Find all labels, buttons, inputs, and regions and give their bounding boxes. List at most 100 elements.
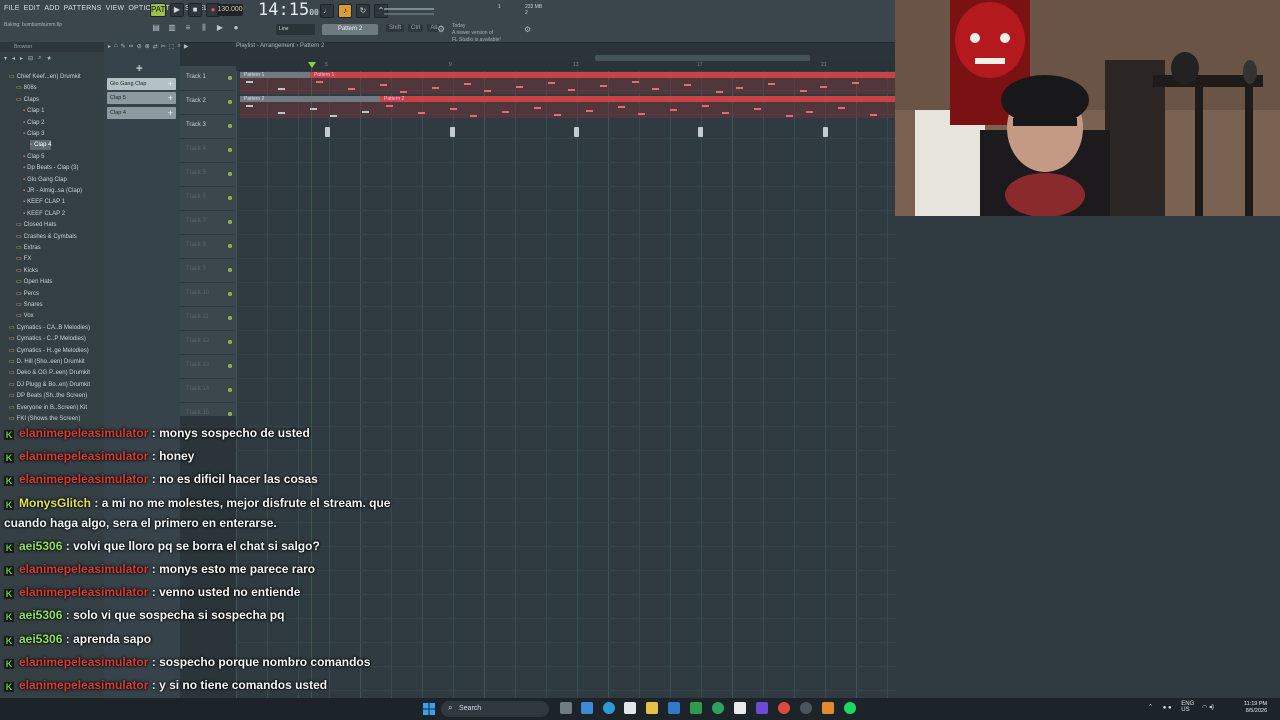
channel-clap-4[interactable]: Clap 4 + bbox=[107, 107, 176, 119]
taskbar-search[interactable]: Search bbox=[441, 701, 549, 717]
system-tray[interactable]: ⌃ ● ● ENG US ◠ ◂) bbox=[1148, 701, 1214, 713]
pattern-clip[interactable]: Pattern 2 bbox=[240, 96, 380, 118]
browser-sample[interactable]: ▪ Clap 3 bbox=[23, 129, 44, 139]
browser-folder[interactable]: ▭ DJ Plugg & Bo..en) Drumkit bbox=[9, 380, 90, 390]
stop-button[interactable]: ■ bbox=[188, 3, 202, 17]
browser-sample[interactable]: ▪ KEEF CLAP 2 bbox=[23, 209, 65, 219]
channel-glo-gang-clap[interactable]: Glo Gang Clap + bbox=[107, 78, 176, 90]
track-mute-led[interactable] bbox=[228, 388, 232, 392]
select-icon[interactable]: ⬚ bbox=[169, 43, 175, 50]
plus-icon[interactable]: + bbox=[168, 92, 173, 104]
channel-clap-5[interactable]: Clap 5 + bbox=[107, 92, 176, 104]
menu-file[interactable]: FILE bbox=[2, 4, 22, 18]
track-mute-led[interactable] bbox=[228, 76, 232, 80]
browser-folder[interactable]: ▭ Kicks bbox=[16, 266, 38, 276]
browser-star-icon[interactable]: ★ bbox=[46, 55, 51, 62]
browser-folder[interactable]: ▭ Snares bbox=[16, 300, 43, 310]
browser-sample[interactable]: ▪ Glo Gang Clap bbox=[23, 175, 67, 185]
track-mute-led[interactable] bbox=[228, 172, 232, 176]
pattern-song-toggle[interactable]: PAT bbox=[150, 3, 166, 17]
browser-folder[interactable]: ▭ Cymatics - H..ge Melodies) bbox=[9, 346, 89, 356]
menu-add[interactable]: ADD bbox=[42, 4, 61, 18]
mail-icon[interactable] bbox=[668, 702, 680, 714]
automation-point[interactable] bbox=[698, 127, 703, 137]
copilot-icon[interactable] bbox=[581, 702, 593, 714]
magnet-icon[interactable]: ⌂ bbox=[114, 43, 118, 50]
browser-sample[interactable]: ▪ JR - Almig..sa (Clap) bbox=[23, 186, 82, 196]
slice-icon[interactable]: ✂ bbox=[161, 43, 166, 50]
volume-icon[interactable]: ◂) bbox=[1209, 705, 1214, 711]
track-header[interactable]: Track 5 bbox=[180, 162, 234, 187]
browser-sample[interactable]: ▪ Clap 1 bbox=[23, 106, 44, 116]
chat-username[interactable]: elanimepeleasimulator bbox=[19, 562, 148, 576]
pattern-clip[interactable]: Pattern 2 bbox=[380, 96, 895, 118]
browser-folder[interactable]: ▭ Deko & OG P..een) Drumkit bbox=[9, 368, 90, 378]
track-header[interactable]: Track 12 bbox=[180, 330, 234, 355]
zoom-icon[interactable]: ⌕ bbox=[178, 43, 181, 50]
tray-chevron-icon[interactable]: ⌃ bbox=[1148, 705, 1153, 711]
count-in-icon[interactable]: ♪ bbox=[338, 4, 352, 18]
chat-username[interactable]: elanimepeleasimulator bbox=[19, 585, 148, 599]
track-header[interactable]: Track 1 bbox=[180, 66, 234, 91]
automation-point[interactable] bbox=[823, 127, 828, 137]
browser-folder[interactable]: ▭ Everyone in B..Screen) Kit bbox=[9, 403, 87, 413]
plus-icon[interactable]: + bbox=[168, 107, 173, 119]
track-mute-led[interactable] bbox=[228, 124, 232, 128]
browser-back-icon[interactable]: ◂ bbox=[12, 55, 15, 62]
track-header[interactable]: Track 8 bbox=[180, 234, 234, 259]
loop-record-icon[interactable]: ↻ bbox=[356, 4, 370, 18]
draw-icon[interactable]: ✎ bbox=[121, 43, 126, 50]
master-volume-slider[interactable] bbox=[384, 8, 434, 10]
browser-folder[interactable]: ▭ Claps bbox=[16, 95, 39, 105]
pattern-selector[interactable]: Pattern 2 bbox=[322, 24, 378, 35]
browser-folder[interactable]: ▭ D. Hill (Sho..een) Drumkit bbox=[9, 357, 85, 367]
playlist-grid[interactable]: Pattern 1 Pattern 1 Pattern 2 Pattern 2 bbox=[236, 66, 895, 706]
wifi-icon[interactable]: ◠ bbox=[1202, 705, 1207, 711]
browser-folder[interactable]: ▭ Cymatics - C..P Melodies) bbox=[9, 334, 86, 344]
track-mute-led[interactable] bbox=[228, 100, 232, 104]
playhead-marker[interactable] bbox=[308, 62, 316, 68]
task-view-icon[interactable] bbox=[560, 702, 572, 714]
track-header[interactable]: Track 4 bbox=[180, 138, 234, 163]
chat-username[interactable]: aei5306 bbox=[19, 632, 62, 646]
playlist-icon[interactable]: ▤ bbox=[150, 22, 162, 34]
microphone-icon[interactable]: ● bbox=[230, 22, 242, 34]
chrome-icon[interactable] bbox=[712, 702, 724, 714]
track-header[interactable]: Track 7 bbox=[180, 210, 234, 235]
chat-username[interactable]: aei5306 bbox=[19, 608, 62, 622]
track-mute-led[interactable] bbox=[228, 292, 232, 296]
plus-icon[interactable]: + bbox=[168, 78, 173, 90]
browser-folder[interactable]: ▭ Percs bbox=[16, 289, 39, 299]
wait-input-icon[interactable]: ⌃ bbox=[374, 4, 388, 18]
browser-app-icon[interactable] bbox=[778, 702, 790, 714]
track-mute-led[interactable] bbox=[228, 196, 232, 200]
track-mute-led[interactable] bbox=[228, 220, 232, 224]
shift-key[interactable]: Shift bbox=[386, 24, 405, 32]
taskbar-clock[interactable]: 11:19 PM 8/5/2026 bbox=[1244, 701, 1267, 715]
track-header[interactable]: Track 14 bbox=[180, 378, 234, 403]
track-header[interactable]: Track 9 bbox=[180, 258, 234, 283]
chat-username[interactable]: MonysGlitch bbox=[19, 496, 91, 510]
browser-folder[interactable]: ▭ FKI (Shows the Screen) bbox=[9, 414, 80, 424]
menu-view[interactable]: VIEW bbox=[104, 4, 127, 18]
automation-point[interactable] bbox=[450, 127, 455, 137]
chat-username[interactable]: elanimepeleasimulator bbox=[19, 472, 148, 486]
add-channel-icon[interactable]: ✚ bbox=[136, 64, 143, 73]
delete-icon[interactable]: ⊘ bbox=[137, 43, 142, 50]
track-header[interactable]: Track 3 bbox=[180, 114, 234, 139]
notepad-icon[interactable] bbox=[734, 702, 746, 714]
spotify-icon[interactable] bbox=[844, 702, 856, 714]
browser-folder[interactable]: ▭ DP Beats (Sh..the Screen) bbox=[9, 391, 87, 401]
browser-sample[interactable]: ▪ Dp Beats - Clap (3) bbox=[23, 163, 79, 173]
track-mute-led[interactable] bbox=[228, 364, 232, 368]
browser-toggle-icon[interactable]: ▶ bbox=[214, 22, 226, 34]
track-mute-led[interactable] bbox=[228, 148, 232, 152]
track-header[interactable]: Track 6 bbox=[180, 186, 234, 211]
browser-search-icon[interactable]: ⌕ bbox=[38, 55, 41, 62]
track-mute-led[interactable] bbox=[228, 268, 232, 272]
browser-sample[interactable]: ▪ Clap 2 bbox=[23, 118, 44, 128]
chat-username[interactable]: elanimepeleasimulator bbox=[19, 426, 148, 440]
track-header[interactable]: Track 2 bbox=[180, 90, 234, 115]
discord-icon[interactable] bbox=[756, 702, 768, 714]
browser-folder[interactable]: ▭ Extras bbox=[16, 243, 41, 253]
